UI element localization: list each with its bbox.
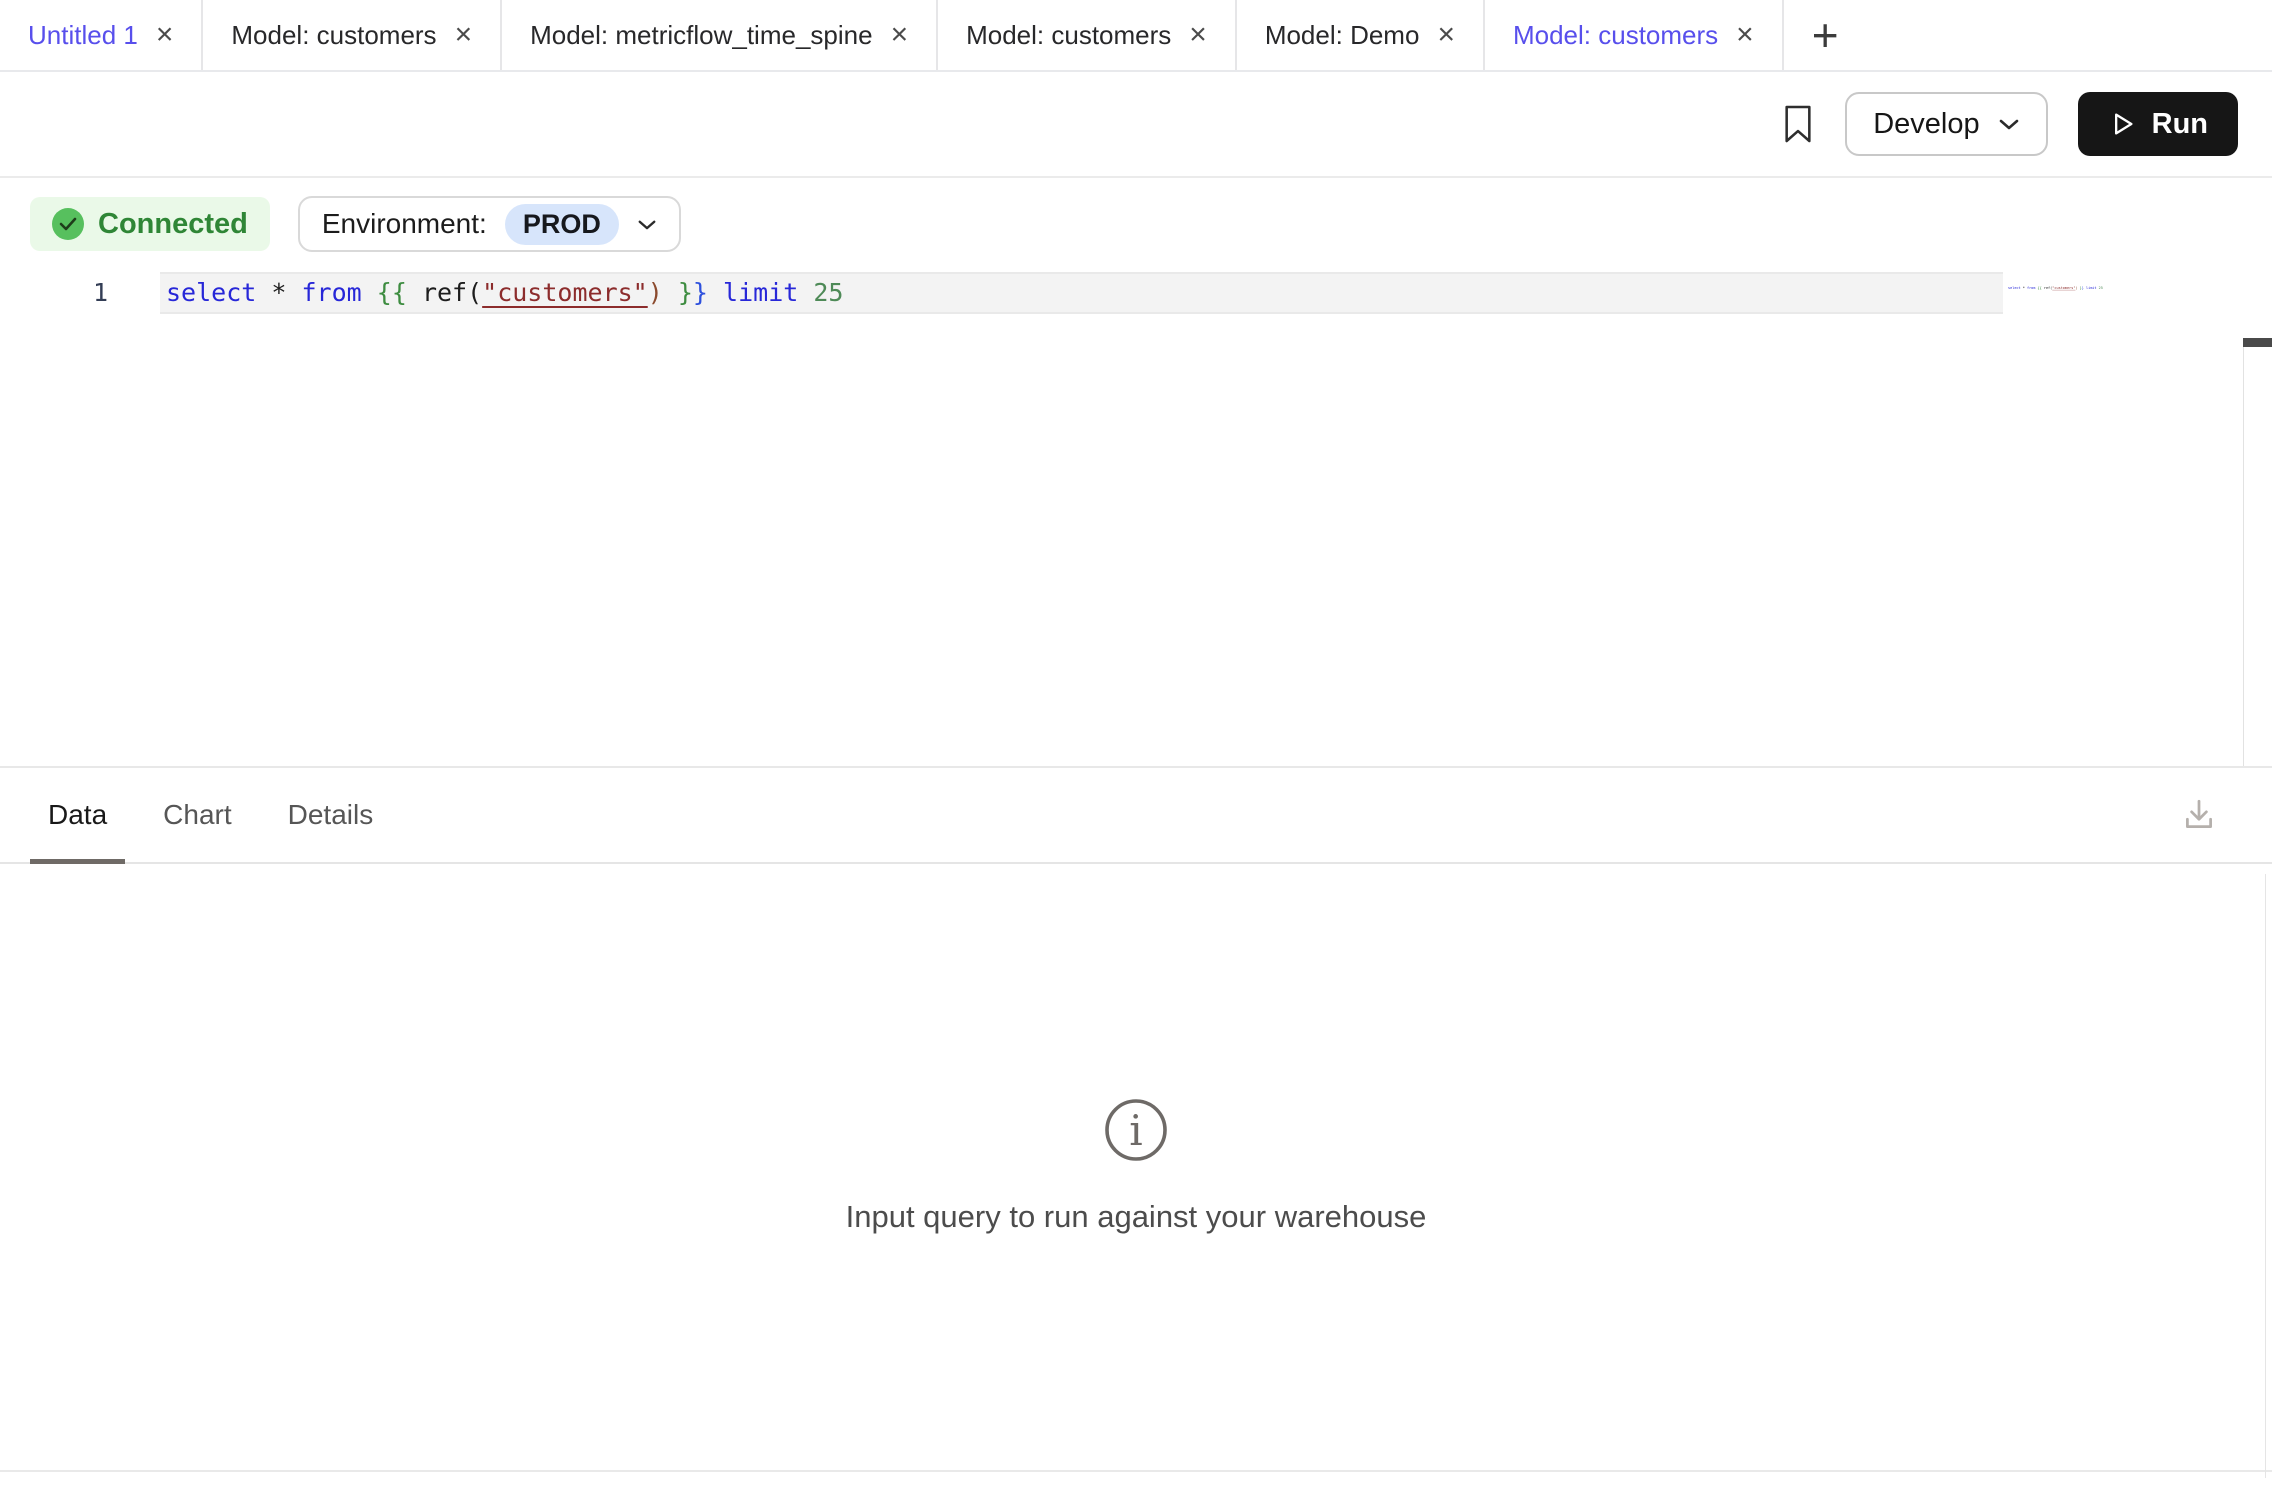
code-editor[interactable]: 1 select * from {{ ref("customers") }} l… [0, 272, 2272, 766]
tab-label: Model: Demo [1265, 20, 1420, 51]
code-line[interactable]: select * from {{ ref("customers") }} lim… [160, 272, 2003, 314]
code-token: "customers" [2052, 286, 2075, 290]
code-token [286, 278, 301, 307]
tab-chart[interactable]: Chart [145, 768, 249, 862]
minimap-code-line: select * from {{ ref("customers") }} lim… [2008, 286, 2244, 290]
tab-label: Untitled 1 [28, 20, 138, 51]
chevron-down-icon [637, 218, 657, 231]
code-token: {{ [377, 278, 407, 307]
tab-model-customers-3[interactable]: Model: customers × [1485, 0, 1784, 70]
code-token: 25 [813, 278, 843, 307]
tab-model-customers-1[interactable]: Model: customers × [203, 0, 502, 70]
download-button[interactable] [2180, 796, 2218, 834]
close-icon[interactable]: × [1189, 20, 1207, 50]
code-token [362, 278, 377, 307]
code-token: select [2008, 286, 2021, 290]
line-number: 1 [0, 272, 160, 314]
code-token [663, 278, 678, 307]
tab-label: Model: metricflow_time_spine [530, 20, 872, 51]
bottom-divider [0, 1470, 2272, 1472]
run-button-label: Run [2152, 108, 2208, 141]
close-icon[interactable]: × [455, 20, 473, 50]
toolbar: Develop Run [0, 72, 2272, 178]
code-token: } [678, 278, 693, 307]
code-token: 25 [2099, 286, 2103, 290]
close-icon[interactable]: × [156, 20, 174, 50]
code-token: * [271, 278, 286, 307]
results-scrollbar-track[interactable] [2265, 874, 2266, 1478]
connection-status-label: Connected [98, 208, 248, 241]
plus-icon: + [1812, 12, 1839, 58]
code-token: ref( [407, 278, 482, 307]
develop-button-label: Develop [1873, 108, 1979, 141]
empty-state-message: Input query to run against your warehous… [846, 1199, 1427, 1235]
download-icon [2180, 796, 2218, 834]
results-empty-state: i Input query to run against your wareho… [0, 864, 2272, 1470]
environment-value-badge: PROD [505, 204, 619, 245]
minimap[interactable]: select * from {{ ref("customers") }} lim… [2008, 286, 2244, 766]
code-token: select [166, 278, 256, 307]
new-tab-button[interactable]: + [1784, 0, 1849, 70]
code-token: limit [723, 278, 798, 307]
tab-label: Model: customers [1513, 20, 1718, 51]
code-line-row: 1 select * from {{ ref("customers") }} l… [0, 272, 2272, 314]
play-icon [2108, 110, 2136, 138]
svg-text:i: i [1129, 1106, 1142, 1155]
tab-details[interactable]: Details [270, 768, 392, 862]
status-row: Connected Environment: PROD [30, 196, 2272, 252]
tab-model-demo[interactable]: Model: Demo × [1237, 0, 1485, 70]
editor-tab-bar: Untitled 1 × Model: customers × Model: m… [0, 0, 2272, 72]
develop-button[interactable]: Develop [1845, 92, 2047, 156]
bookmark-icon [1781, 104, 1815, 144]
code-token: from [2027, 286, 2035, 290]
code-token: "customers" [482, 278, 648, 307]
code-token: ) [648, 278, 663, 307]
tab-data[interactable]: Data [30, 768, 125, 862]
bookmark-button[interactable] [1781, 104, 1815, 144]
code-token [798, 278, 813, 307]
chevron-down-icon [1998, 117, 2020, 131]
results-tab-bar: Data Chart Details [0, 768, 2272, 864]
tab-label: Model: customers [231, 20, 436, 51]
tab-label: Model: customers [966, 20, 1171, 51]
tab-model-metricflow-time-spine[interactable]: Model: metricflow_time_spine × [502, 0, 938, 70]
connection-status-badge: Connected [30, 197, 270, 251]
close-icon[interactable]: × [891, 20, 909, 50]
run-button[interactable]: Run [2078, 92, 2238, 156]
editor-scrollbar-thumb[interactable] [2243, 338, 2272, 347]
info-icon: i [1103, 1097, 1169, 1163]
check-icon [52, 208, 84, 240]
editor-scrollbar-track[interactable] [2243, 344, 2244, 766]
tab-untitled-1[interactable]: Untitled 1 × [0, 0, 203, 70]
code-token: from [302, 278, 362, 307]
code-token [256, 278, 271, 307]
code-token [708, 278, 723, 307]
tab-model-customers-2[interactable]: Model: customers × [938, 0, 1237, 70]
code-token: } [693, 278, 708, 307]
environment-selector[interactable]: Environment: PROD [298, 196, 681, 252]
code-token: ref( [2042, 286, 2053, 290]
close-icon[interactable]: × [1437, 20, 1455, 50]
close-icon[interactable]: × [1736, 20, 1754, 50]
code-token: limit [2086, 286, 2097, 290]
environment-label: Environment: [322, 208, 487, 240]
